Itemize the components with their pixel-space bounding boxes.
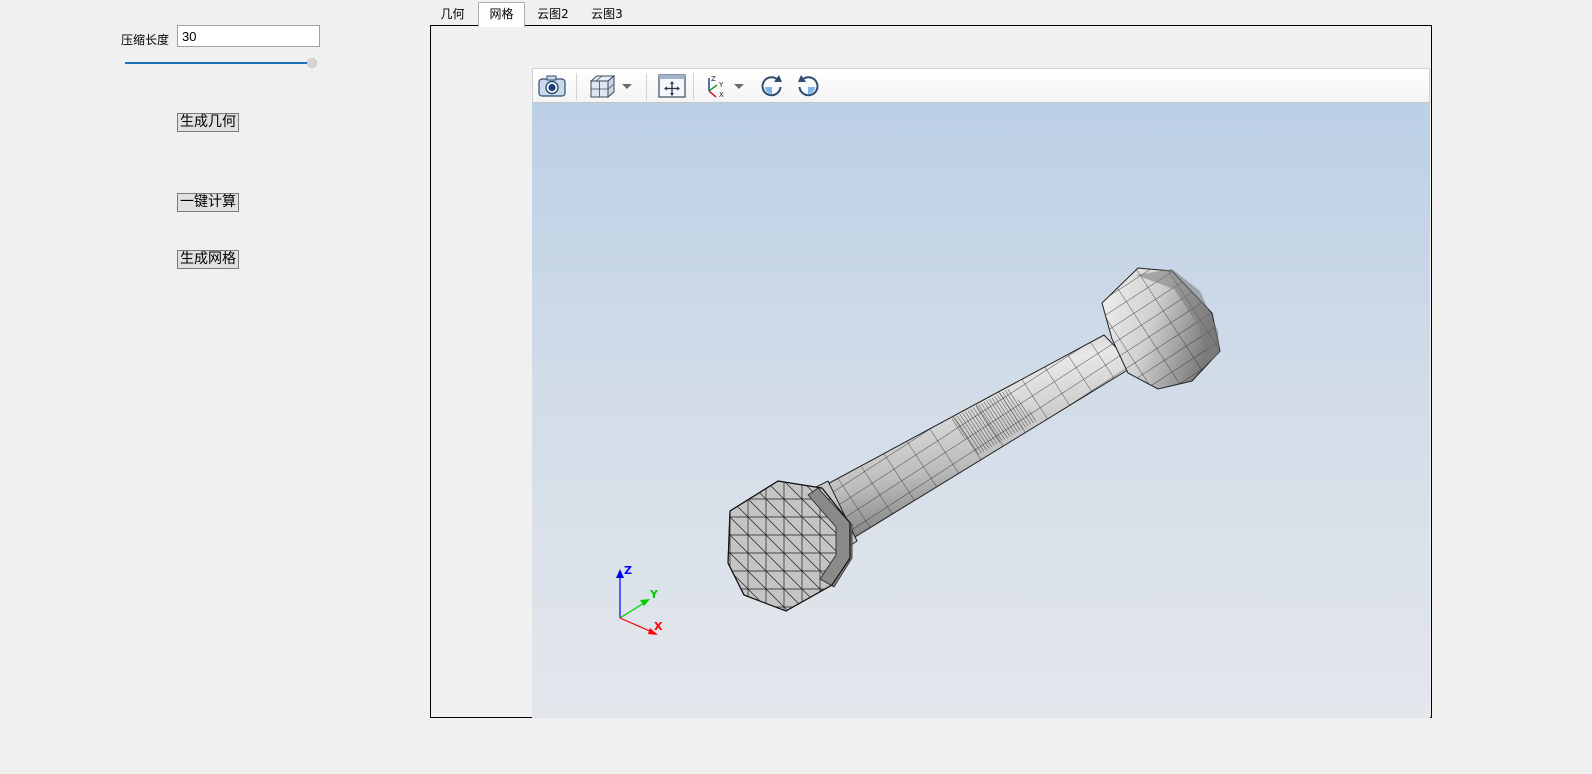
camera-icon[interactable] [537, 73, 567, 99]
toolbar-separator [576, 73, 577, 100]
axis-y-label: Y [649, 588, 659, 601]
viewer-toolbar: Z Y X [532, 68, 1430, 103]
tab-cloud2[interactable]: 云图2 [527, 3, 579, 26]
toolbar-separator [693, 73, 694, 100]
fit-view-icon[interactable] [657, 73, 687, 99]
axis-triad-icon [616, 569, 658, 635]
tab-cloud3[interactable]: 云图3 [581, 3, 633, 26]
axis-x-label: X [654, 620, 663, 633]
3d-viewer[interactable]: Z Y X Z Y X [532, 68, 1430, 718]
rotate-cw-icon[interactable] [757, 73, 787, 99]
generate-geometry-button[interactable]: 生成几何 [177, 113, 239, 132]
slider-track [125, 62, 312, 64]
tab-geometry[interactable]: 几何 [430, 3, 475, 26]
svg-text:Y: Y [718, 81, 724, 89]
axes-view-dropdown-icon[interactable] [733, 73, 745, 99]
toolbar-separator [646, 73, 647, 100]
svg-text:X: X [719, 91, 724, 99]
cube-view-icon[interactable] [587, 73, 617, 99]
compress-length-label: 压缩长度 [121, 33, 170, 47]
tab-mesh[interactable]: 网格 [478, 2, 525, 27]
axis-z-label: Z [624, 564, 632, 577]
mesh-model: Z Y X [616, 267, 1221, 635]
3d-canvas[interactable]: Z Y X [532, 103, 1430, 718]
cube-view-dropdown-icon[interactable] [621, 73, 633, 99]
generate-mesh-button[interactable]: 生成网格 [177, 250, 239, 269]
rotate-ccw-icon[interactable] [793, 73, 823, 99]
axes-view-icon[interactable]: Z Y X [700, 73, 730, 99]
svg-text:Z: Z [711, 75, 716, 83]
slider-thumb[interactable] [307, 58, 317, 68]
compress-length-slider[interactable] [125, 57, 321, 69]
one-click-compute-button[interactable]: 一键计算 [177, 193, 239, 212]
compress-length-input[interactable] [177, 25, 320, 47]
